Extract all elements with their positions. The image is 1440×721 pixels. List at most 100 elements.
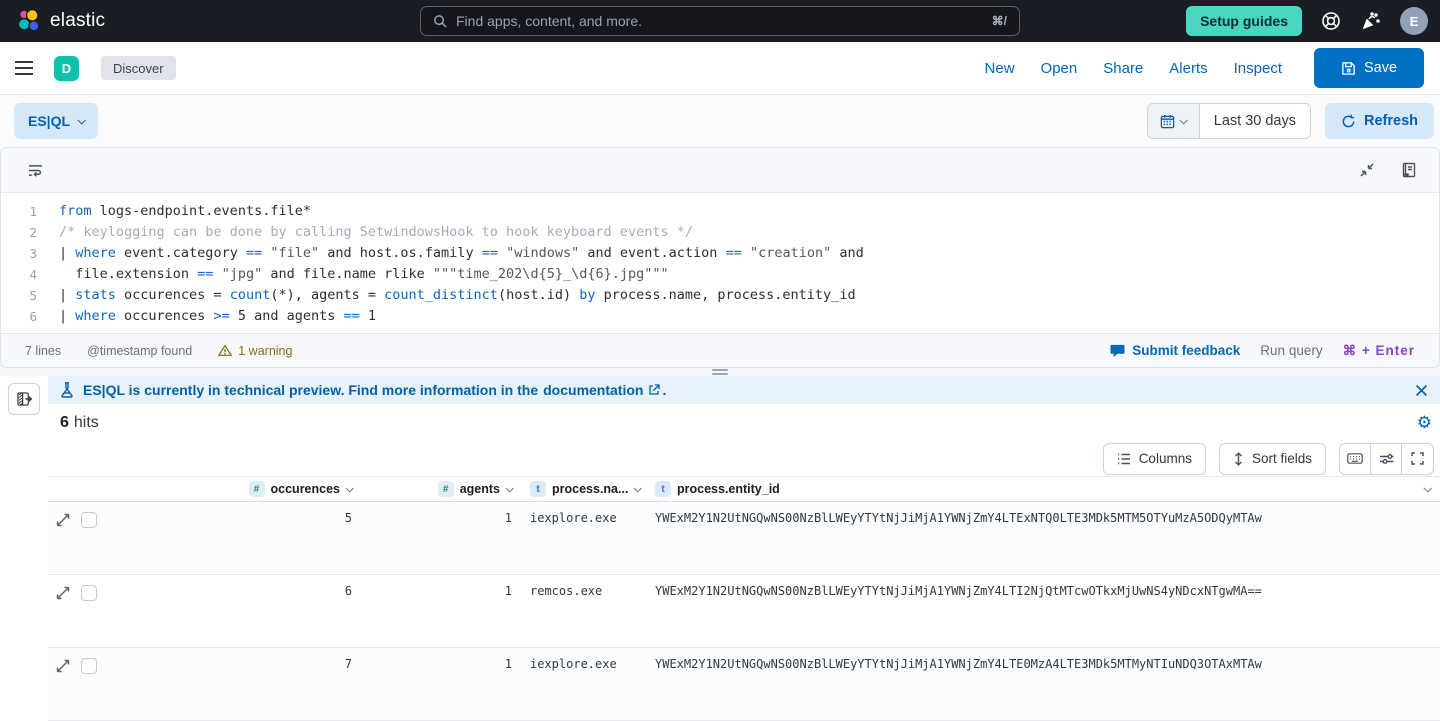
expand-row-icon[interactable] [56, 586, 70, 600]
calendar-icon [1160, 114, 1175, 129]
cell-process-entity-id[interactable]: YWExM2Y1N2UtNGQwNS00NzBlLWEyYTYtNjJiMjA1… [645, 657, 1440, 671]
breadcrumb[interactable]: Discover [101, 56, 176, 80]
news-feed-icon[interactable] [1360, 10, 1382, 32]
display-options-button[interactable] [1371, 444, 1402, 474]
cell-process-entity-id[interactable]: YWExM2Y1N2UtNGQwNS00NzBlLWEyYTYtNjJiMjA1… [645, 511, 1440, 525]
code-line[interactable]: 1 from logs-endpoint.events.file* [1, 201, 1439, 222]
banner-text: ES|QL is currently in technical preview.… [83, 382, 538, 398]
cell-agents[interactable]: 1 [360, 657, 520, 671]
time-range-value[interactable]: Last 30 days [1200, 113, 1310, 129]
code-text: | where occurences >= 5 and agents == 1 [59, 306, 376, 327]
code-line[interactable]: 4 file.extension == "jpg" and file.name … [1, 264, 1439, 285]
esql-editor: 1 from logs-endpoint.events.file*2/* keyl… [0, 147, 1440, 368]
editor-footer: 7 lines @timestamp found 1 warning Submi… [1, 333, 1439, 367]
warning-label: 1 warning [238, 344, 292, 358]
elastic-brand[interactable]: elastic [12, 8, 105, 34]
row-checkbox[interactable] [81, 585, 97, 601]
number-type-icon: # [249, 481, 265, 497]
setup-guides-button[interactable]: Setup guides [1186, 6, 1302, 36]
query-language-label: ES|QL [28, 113, 70, 129]
banner-documentation-link[interactable]: documentation [543, 382, 643, 398]
row-checkbox[interactable] [81, 512, 97, 528]
run-query-shortcut: ⌘ + Enter [1343, 343, 1415, 359]
cell-process-name[interactable]: remcos.exe [520, 584, 645, 598]
table-row: 51iexplore.exeYWExM2Y1N2UtNGQwNS00NzBlLW… [48, 502, 1440, 575]
refresh-icon [1341, 114, 1356, 129]
date-picker-calendar-button[interactable] [1148, 104, 1200, 138]
expand-row-icon[interactable] [56, 513, 70, 527]
user-avatar[interactable]: E [1400, 7, 1428, 35]
expand-row-icon[interactable] [56, 659, 70, 673]
hits-summary: 6 hits ⚙ [48, 404, 1440, 441]
column-header-agents[interactable]: # agents [360, 481, 520, 498]
elastic-logo-icon [16, 8, 42, 34]
date-picker[interactable]: Last 30 days [1147, 103, 1311, 139]
line-number: 3 [1, 243, 37, 264]
code-line[interactable]: 2/* keylogging can be done by calling Se… [1, 222, 1439, 243]
beaker-icon [60, 382, 74, 398]
fullscreen-button[interactable] [1402, 444, 1433, 474]
documentation-book-icon[interactable] [1401, 162, 1417, 178]
close-banner-icon[interactable] [1415, 384, 1428, 397]
cell-occurences[interactable]: 6 [115, 584, 360, 598]
table-header: # occurences # agents t process.na... [48, 476, 1440, 502]
row-checkbox[interactable] [81, 658, 97, 674]
help-icon[interactable] [1320, 10, 1342, 32]
feedback-bubble-icon [1110, 344, 1125, 358]
column-label: process.na... [552, 482, 628, 496]
submit-feedback-link[interactable]: Submit feedback [1110, 343, 1240, 358]
open-fields-sidebar-button[interactable] [8, 383, 40, 415]
global-header: elastic Find apps, content, and more. ⌘/… [0, 0, 1440, 42]
chevron-down-icon[interactable] [634, 484, 642, 492]
global-search-input[interactable]: Find apps, content, and more. ⌘/ [420, 6, 1020, 36]
header-action-share[interactable]: Share [1103, 60, 1143, 77]
code-line[interactable]: 5| stats occurences = count(*), agents =… [1, 285, 1439, 306]
column-header-occurences[interactable]: # occurences [115, 481, 360, 498]
text-type-icon: t [530, 481, 546, 497]
chevron-down-icon[interactable] [345, 484, 353, 492]
panel-resize-splitter[interactable] [0, 368, 1440, 376]
code-text: file.extension == "jpg" and file.name rl… [59, 264, 669, 285]
cell-occurences[interactable]: 7 [115, 657, 360, 671]
header-action-new[interactable]: New [985, 60, 1015, 77]
table-row: 71iexplore.exeYWExM2Y1N2UtNGQwNS00NzBlLW… [48, 648, 1440, 721]
grid-display-buttons [1339, 443, 1434, 475]
menu-hamburger-icon[interactable] [14, 60, 34, 76]
editor-header [1, 148, 1439, 193]
warning-indicator[interactable]: 1 warning [218, 344, 292, 358]
line-number: 6 [1, 306, 37, 327]
code-line[interactable]: 3| where event.category == "file" and ho… [1, 243, 1439, 264]
cell-agents[interactable]: 1 [360, 511, 520, 525]
keyboard-shortcuts-button[interactable] [1340, 444, 1371, 474]
word-wrap-icon[interactable] [27, 163, 44, 178]
code-line[interactable]: 6 | where occurences >= 5 and agents == 1 [1, 306, 1439, 327]
search-icon [433, 14, 448, 29]
cell-agents[interactable]: 1 [360, 584, 520, 598]
esql-query-input[interactable]: 1 from logs-endpoint.events.file*2/* keyl… [1, 193, 1439, 333]
sort-fields-button[interactable]: Sort fields [1219, 443, 1326, 475]
columns-button[interactable]: Columns [1103, 443, 1206, 475]
external-link-icon [648, 384, 660, 396]
collapse-editor-icon[interactable] [1359, 162, 1375, 178]
query-language-switcher[interactable]: ES|QL [14, 103, 98, 139]
app-toolbar: D Discover New Open Share Alerts Inspect Sav… [0, 42, 1440, 95]
app-menu: New Open Share Alerts Inspect [985, 60, 1282, 77]
save-button[interactable]: Save [1314, 48, 1424, 88]
header-action-open[interactable]: Open [1041, 60, 1078, 77]
cell-process-name[interactable]: iexplore.exe [520, 511, 645, 525]
cell-process-name[interactable]: iexplore.exe [520, 657, 645, 671]
code-text: from logs-endpoint.events.file* [59, 201, 311, 222]
cell-process-entity-id[interactable]: YWExM2Y1N2UtNGQwNS00NzBlLWEyYTYtNjJiMjA1… [645, 584, 1440, 598]
gear-icon[interactable]: ⚙ [1417, 414, 1432, 431]
header-action-alerts[interactable]: Alerts [1169, 60, 1207, 77]
drag-handle-icon[interactable] [712, 369, 728, 377]
header-action-inspect[interactable]: Inspect [1234, 60, 1282, 77]
column-header-process-entity-id[interactable]: t process.entity_id [645, 481, 1440, 498]
column-header-process-name[interactable]: t process.na... [520, 481, 645, 498]
chevron-down-icon[interactable] [505, 484, 513, 492]
query-bar: ES|QL Last 30 days Refresh [0, 95, 1440, 147]
discover-app-icon[interactable]: D [54, 56, 79, 81]
refresh-button[interactable]: Refresh [1325, 103, 1434, 139]
line-number: 1 [1, 201, 37, 222]
cell-occurences[interactable]: 5 [115, 511, 360, 525]
